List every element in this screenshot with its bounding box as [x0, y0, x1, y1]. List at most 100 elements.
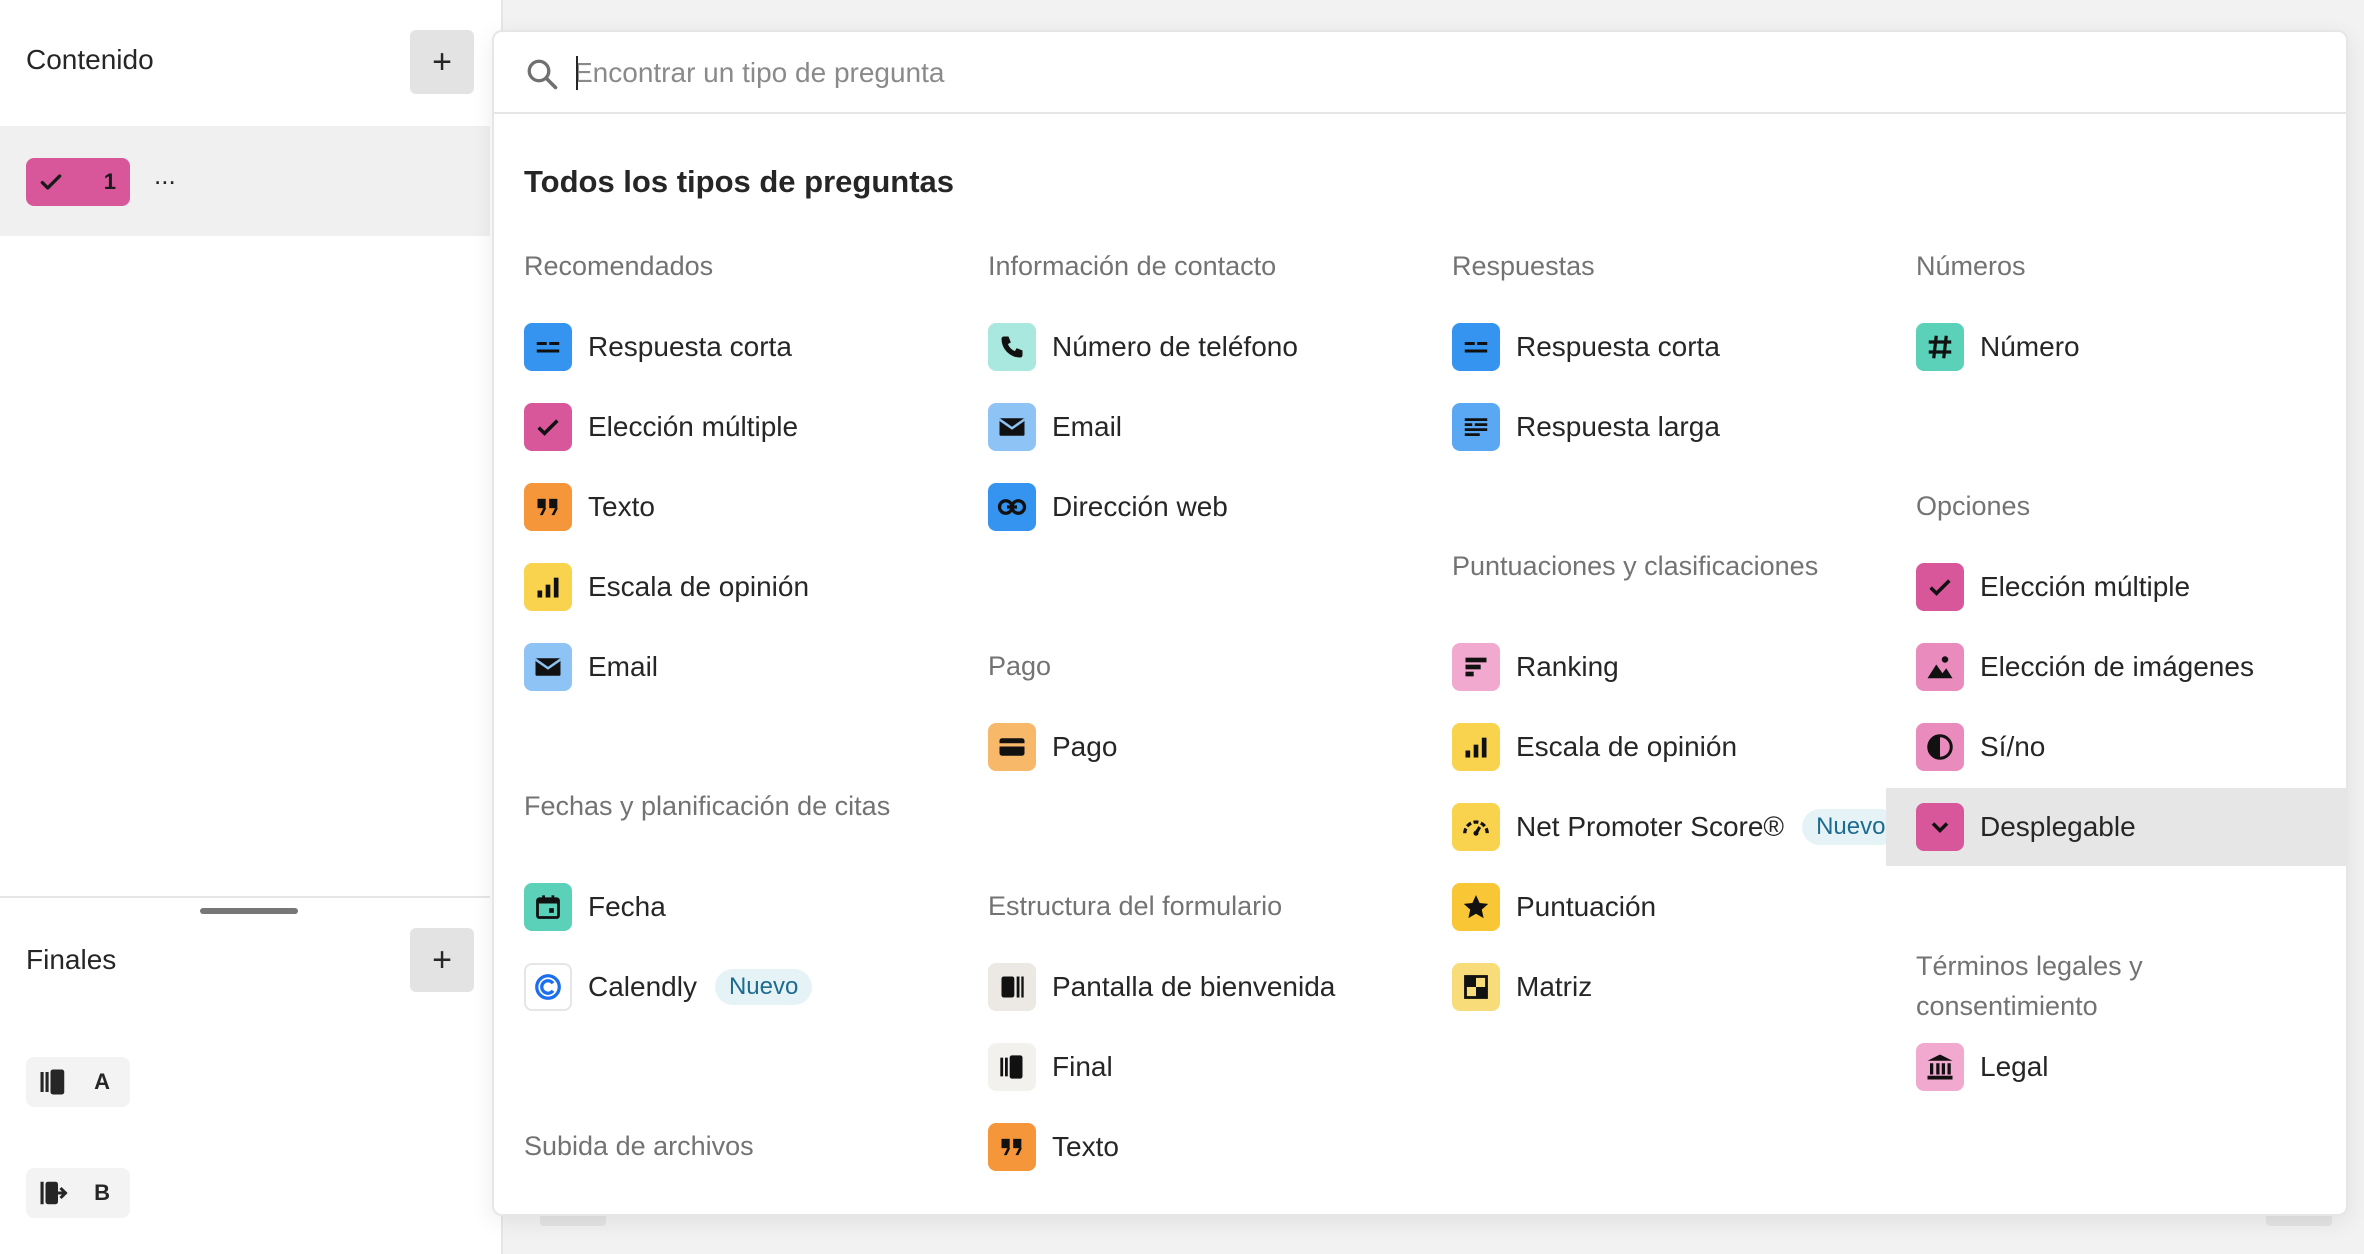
- type-long-text[interactable]: Respuesta larga: [1452, 394, 1720, 460]
- check-icon: [524, 403, 572, 451]
- type-legal[interactable]: Legal: [1916, 1034, 2049, 1100]
- type-short-text[interactable]: Respuesta corta: [524, 314, 792, 380]
- endings-title: Finales: [26, 944, 117, 975]
- chevron-down-icon: [1916, 803, 1964, 851]
- type-yes-no[interactable]: Sí/no: [1916, 714, 2045, 780]
- type-label: Escala de opinión: [1516, 731, 1738, 762]
- bank-icon: [1916, 1043, 1964, 1091]
- type-date[interactable]: Fecha: [524, 874, 666, 940]
- type-multiple-choice[interactable]: Elección múltiple: [1916, 554, 2190, 620]
- quote-icon: [988, 1123, 1036, 1171]
- type-email[interactable]: Email: [988, 394, 1122, 460]
- type-rating[interactable]: Puntuación: [1452, 874, 1656, 940]
- question-title: ...: [154, 160, 176, 190]
- section-title: Puntuaciones y clasificaciones: [1452, 551, 1819, 581]
- type-dropdown[interactable]: Desplegable: [1886, 788, 2346, 866]
- type-label: Email: [588, 651, 659, 682]
- check-icon: [40, 174, 62, 190]
- type-opinion-scale[interactable]: Escala de opinión: [1452, 714, 1737, 780]
- type-calendly[interactable]: Calendly Nuevo: [524, 954, 813, 1020]
- type-ranking[interactable]: Ranking: [1452, 634, 1619, 700]
- question-type-picker: Todos los tipos de preguntas Recomendado…: [492, 30, 2348, 1216]
- type-label: Elección múltiple: [588, 411, 799, 442]
- bar-chart-icon: [524, 563, 572, 611]
- left-panel: Contenido + 1 ... Finales + A B: [0, 0, 503, 1254]
- type-label: Fecha: [588, 891, 666, 922]
- type-short-text[interactable]: Respuesta corta: [1452, 314, 1720, 380]
- type-label: Número: [1980, 331, 2080, 362]
- scroll-clip: [494, 1200, 2346, 1214]
- type-ending[interactable]: Final: [988, 1034, 1113, 1100]
- type-picture-choice[interactable]: Elección de imágenes: [1916, 634, 2254, 700]
- section-title: Respuestas: [1452, 251, 1595, 281]
- section-title: Términos legales y consentimiento: [1916, 951, 2143, 1021]
- type-label: Final: [1052, 1051, 1113, 1082]
- phone-icon: [988, 323, 1036, 371]
- type-label: Ranking: [1516, 651, 1619, 682]
- type-text[interactable]: Texto: [524, 474, 655, 540]
- type-label: Elección de imágenes: [1980, 651, 2254, 682]
- type-phone[interactable]: Número de teléfono: [988, 314, 1298, 380]
- type-label: Texto: [588, 491, 655, 522]
- quote-icon: [524, 483, 572, 531]
- calendly-icon: [524, 963, 572, 1011]
- question-row[interactable]: 1 ...: [0, 126, 490, 236]
- ending-label: B: [94, 1180, 110, 1205]
- type-email[interactable]: Email: [524, 634, 658, 700]
- type-label: Escala de opinión: [588, 571, 810, 602]
- divider: [0, 896, 490, 898]
- section-title: Información de contacto: [988, 251, 1277, 281]
- section-title: Pago: [988, 651, 1052, 681]
- type-opinion-scale[interactable]: Escala de opinión: [524, 554, 809, 620]
- add-ending-button[interactable]: +: [410, 928, 474, 992]
- type-label: Legal: [1980, 1051, 2049, 1082]
- section-title: Recomendados: [524, 251, 714, 281]
- type-number[interactable]: Número: [1916, 314, 2080, 380]
- gauge-icon: [1452, 803, 1500, 851]
- type-label: Pago: [1052, 731, 1118, 762]
- search-icon: [527, 59, 558, 90]
- type-label: Texto: [1052, 1131, 1119, 1162]
- search-input[interactable]: [574, 50, 2074, 96]
- type-label: Sí/no: [1980, 731, 2046, 762]
- section-title: Subida de archivos: [524, 1131, 754, 1161]
- type-label: Calendly: [588, 971, 697, 1002]
- star-icon: [1452, 883, 1500, 931]
- ending-label: A: [94, 1069, 110, 1094]
- type-website[interactable]: Dirección web: [988, 474, 1228, 540]
- calendar-icon: [524, 883, 572, 931]
- bar-chart-icon: [1452, 723, 1500, 771]
- hash-icon: [1916, 323, 1964, 371]
- ending-item[interactable]: B: [26, 1168, 130, 1218]
- new-badge: Nuevo: [714, 969, 813, 1005]
- type-text[interactable]: Texto: [988, 1114, 1119, 1180]
- type-label: Pantalla de bienvenida: [1052, 971, 1336, 1002]
- mail-icon: [524, 643, 572, 691]
- ending-item[interactable]: A: [26, 1057, 130, 1107]
- question-badge[interactable]: 1: [26, 158, 130, 206]
- section-title: Estructura del formulario: [988, 891, 1283, 921]
- yes-no-icon: [1916, 723, 1964, 771]
- resize-handle[interactable]: [200, 908, 298, 914]
- search-bar: [494, 32, 2346, 114]
- new-badge: Nuevo: [1802, 809, 1900, 845]
- type-welcome-screen[interactable]: Pantalla de bienvenida: [988, 954, 1335, 1020]
- welcome-screen-icon: [988, 963, 1036, 1011]
- card-icon: [988, 723, 1036, 771]
- type-nps[interactable]: Net Promoter Score® Nuevo: [1452, 794, 1900, 860]
- type-multiple-choice[interactable]: Elección múltiple: [524, 394, 798, 460]
- type-label: Email: [1052, 411, 1123, 442]
- check-icon: [1916, 563, 1964, 611]
- type-label: Respuesta corta: [588, 331, 792, 362]
- short-text-icon: [1452, 323, 1500, 371]
- ending-icon: [988, 1043, 1036, 1091]
- add-content-button[interactable]: +: [410, 30, 474, 94]
- type-label: Respuesta corta: [1516, 331, 1720, 362]
- ranking-icon: [1452, 643, 1500, 691]
- type-matrix[interactable]: Matriz: [1452, 954, 1592, 1020]
- type-payment[interactable]: Pago: [988, 714, 1117, 780]
- type-label: Respuesta larga: [1516, 411, 1720, 442]
- section-title: Números: [1916, 251, 2026, 281]
- type-label: Dirección web: [1052, 491, 1228, 522]
- question-number: 1: [103, 169, 116, 194]
